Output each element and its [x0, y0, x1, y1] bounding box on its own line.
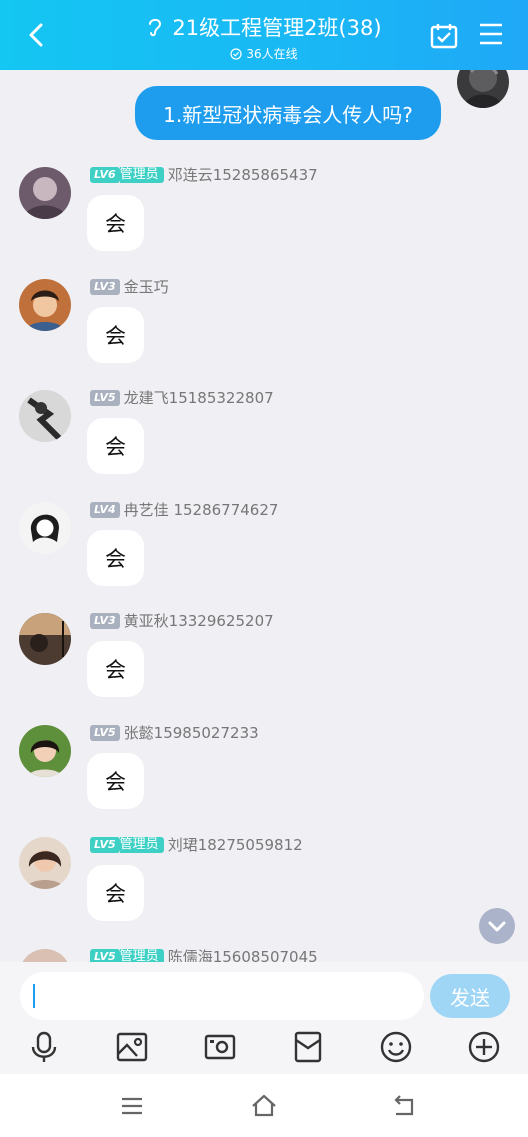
home-icon[interactable] — [250, 1092, 278, 1120]
menu-icon[interactable] — [478, 22, 504, 46]
sender-name[interactable]: 龙建飞15185322807 — [124, 387, 274, 408]
level-badge: LV3 — [90, 278, 120, 295]
sender-name[interactable]: 张懿15985027233 — [124, 722, 259, 743]
camera-icon[interactable] — [203, 1030, 237, 1064]
chat-message-list[interactable]: 1.新型冠状病毒会人传人吗? LV6 管理员 邓连云15285865437 会 L… — [0, 70, 528, 962]
my-message-bubble[interactable]: 1.新型冠状病毒会人传人吗? — [135, 86, 441, 140]
composer-bar: 发送 — [0, 962, 528, 1074]
message-input[interactable] — [20, 972, 424, 1020]
sender-name[interactable]: 冉艺佳 15286774627 — [124, 499, 279, 520]
avatar[interactable] — [19, 502, 71, 554]
calendar-check-icon[interactable] — [430, 22, 458, 50]
my-meta-clipped — [205, 70, 445, 74]
plus-icon[interactable] — [467, 1030, 501, 1064]
chevron-down-icon — [488, 921, 506, 932]
avatar[interactable] — [19, 949, 71, 962]
message-bubble[interactable]: 会 — [87, 753, 144, 809]
message-bubble[interactable]: 会 — [87, 530, 144, 586]
level-badge: LV6 — [90, 166, 120, 183]
sender-name[interactable]: 金玉巧 — [124, 276, 169, 297]
level-badge: LV5 — [90, 389, 120, 406]
online-check-icon — [230, 47, 242, 60]
group-title: 21级工程管理2班(38) — [172, 16, 382, 40]
message-bubble[interactable]: 会 — [87, 195, 144, 251]
message-meta: LV5 张懿15985027233 — [90, 722, 259, 743]
image-icon[interactable] — [115, 1030, 149, 1064]
send-button[interactable]: 发送 — [430, 974, 510, 1018]
avatar[interactable] — [19, 725, 71, 777]
message-meta: LV3 金玉巧 — [90, 276, 169, 297]
emoji-icon[interactable] — [379, 1030, 413, 1064]
sender-name[interactable]: 刘珺18275059812 — [168, 834, 303, 855]
avatar[interactable] — [19, 390, 71, 442]
message-meta: LV5 管理员 刘珺18275059812 — [90, 834, 303, 855]
message-meta: LV3 黄亚秋13329625207 — [90, 610, 274, 631]
message-meta: LV5 管理员 陈儒海15608507045 — [90, 946, 318, 962]
scroll-to-bottom-button[interactable] — [479, 908, 515, 944]
online-count: 36人在线 — [246, 47, 298, 61]
level-badge: LV5 — [90, 836, 120, 853]
sender-name[interactable]: 陈儒海15608507045 — [168, 946, 318, 962]
level-badge: LV5 — [90, 948, 120, 962]
sender-name[interactable]: 黄亚秋13329625207 — [124, 610, 274, 631]
avatar[interactable] — [19, 837, 71, 889]
chat-header: 21级工程管理2班(38) 36人在线 — [0, 0, 528, 70]
my-avatar[interactable] — [457, 70, 509, 108]
back-icon[interactable] — [390, 1092, 418, 1120]
message-bubble[interactable]: 会 — [87, 307, 144, 363]
role-badge: 管理员 — [119, 166, 164, 183]
message-meta: LV6 管理员 邓连云15285865437 — [90, 164, 318, 185]
role-badge: 管理员 — [119, 836, 164, 853]
sender-name[interactable]: 邓连云15285865437 — [168, 164, 318, 185]
microphone-icon[interactable] — [27, 1030, 61, 1064]
role-badge: 管理员 — [119, 948, 164, 962]
avatar[interactable] — [19, 613, 71, 665]
message-bubble[interactable]: 会 — [87, 865, 144, 921]
message-meta: LV4 冉艺佳 15286774627 — [90, 499, 278, 520]
system-nav-bar — [0, 1074, 528, 1137]
level-badge: LV5 — [90, 724, 120, 741]
message-bubble[interactable]: 会 — [87, 418, 144, 474]
ear-icon — [149, 18, 162, 37]
avatar[interactable] — [19, 279, 71, 331]
level-badge: LV3 — [90, 612, 120, 629]
message-bubble[interactable]: 会 — [87, 641, 144, 697]
message-meta: LV5 龙建飞15185322807 — [90, 387, 274, 408]
menu-icon[interactable] — [118, 1092, 146, 1120]
avatar[interactable] — [19, 167, 71, 219]
red-packet-icon[interactable] — [291, 1030, 325, 1064]
text-caret — [33, 984, 35, 1008]
level-badge: LV4 — [90, 501, 120, 518]
